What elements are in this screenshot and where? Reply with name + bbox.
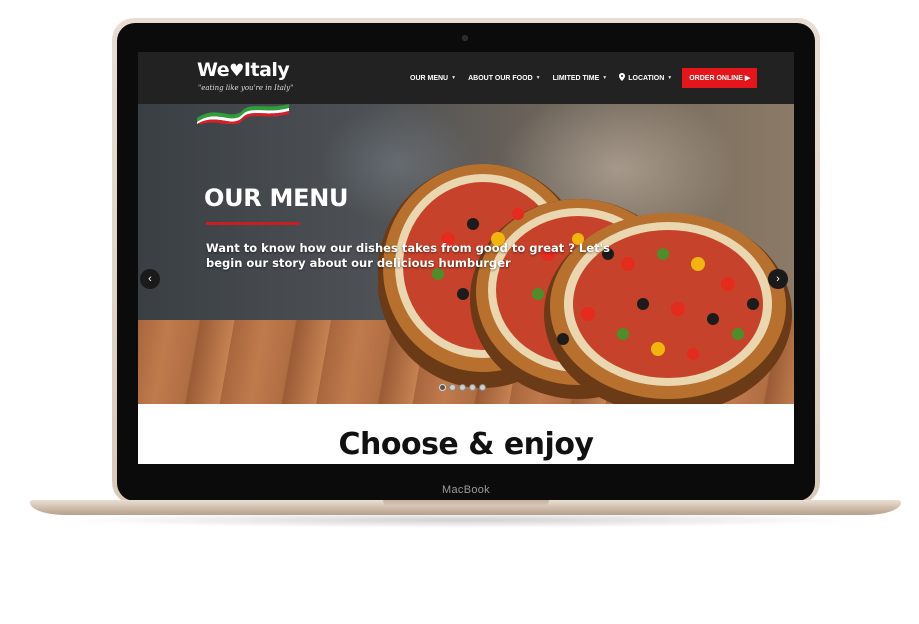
play-arrow-icon: ▶ [744,75,751,82]
site-logo[interactable]: We♥Italy [197,59,290,81]
carousel-dot[interactable] [469,384,476,391]
hero-title: OUR MENU [204,184,349,212]
nav-item-label: LIMITED TIME [552,74,600,82]
italian-flag-logo [197,104,289,124]
chevron-down-icon: ▼ [667,75,673,81]
chevron-down-icon: ▼ [451,75,457,81]
carousel-dot[interactable] [459,384,466,391]
order-online-button[interactable]: ORDER ONLINE ▶ [682,68,758,88]
carousel-dot[interactable] [479,384,486,391]
hero-carousel: OUR MENU Want to know how our dishes tak… [138,104,794,404]
map-pin-icon [619,73,626,83]
chevron-down-icon: ▼ [602,75,608,81]
nav-item-label: OUR MENU [410,74,449,82]
carousel-prev-button[interactable]: ‹ [140,269,160,289]
nav-item-our-menu[interactable]: OUR MENU ▼ [404,75,462,82]
pizza-image [378,164,792,404]
carousel-dot[interactable] [439,384,446,391]
hero-description: Want to know how our dishes takes from g… [206,241,610,270]
nav-item-about-our-food[interactable]: ABOUT OUR FOOD ▼ [462,75,547,82]
title-underline [206,222,300,225]
chevron-down-icon: ▼ [535,75,541,81]
nav-item-label: LOCATION [628,74,665,82]
carousel-indicators [439,384,486,391]
site-tagline: "eating like you're in Italy" [198,84,294,92]
nav-item-label: ABOUT OUR FOOD [468,74,533,82]
camera-icon [462,35,468,41]
carousel-dot[interactable] [449,384,456,391]
device-brand-label: MacBook [442,484,490,496]
main-nav: OUR MENU ▼ ABOUT OUR FOOD ▼ LIMITED TIME… [404,67,758,89]
carousel-next-button[interactable]: › [768,269,788,289]
laptop-notch [383,500,549,506]
order-online-label: ORDER ONLINE [689,74,743,82]
logo-text: We [197,59,230,81]
heart-icon: ♥ [229,61,244,81]
chevron-right-icon: › [776,273,780,285]
logo-text-2: Italy [243,59,290,81]
chevron-left-icon: ‹ [148,273,152,285]
nav-item-limited-time[interactable]: LIMITED TIME ▼ [547,75,614,82]
nav-item-location[interactable]: LOCATION ▼ [613,73,678,83]
section-heading: Choose & enjoy [338,427,594,462]
site-header: We♥Italy "eating like you're in Italy" O… [138,52,794,104]
